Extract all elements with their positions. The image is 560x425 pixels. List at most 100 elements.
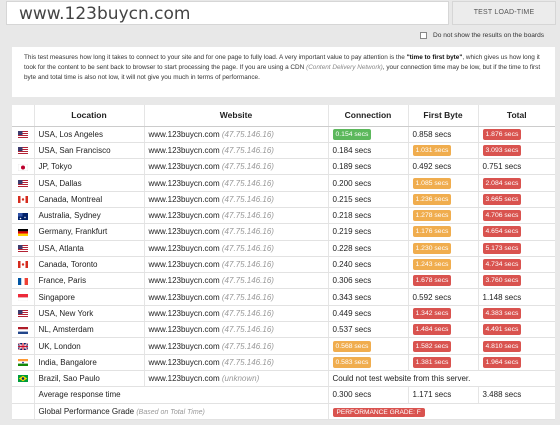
- info-text: This test measures how long it takes to …: [24, 53, 543, 83]
- header-connection: Connection: [328, 105, 409, 127]
- total-badge: 4.706 secs: [482, 210, 522, 222]
- total-badge: 1.964 secs: [482, 356, 522, 368]
- connection-cell: 0.568 secs: [328, 337, 409, 355]
- table-row: Germany, Frankfurt www.123buycn.com (47.…: [12, 223, 555, 241]
- first-byte-cell: 1.176 secs: [408, 223, 479, 241]
- website-cell: www.123buycn.com (47.75.146.16): [144, 223, 329, 241]
- website-cell: www.123buycn.com (47.75.146.16): [144, 240, 329, 257]
- first-byte-badge: 1.031 secs: [412, 144, 452, 156]
- total-cell: 1.148 secs: [478, 288, 555, 306]
- top-bar: www.123buycn.com TEST LOAD-TIME: [0, 0, 560, 26]
- table-row: JP, Tokyo www.123buycn.com (47.75.146.16…: [12, 158, 555, 176]
- connection-value: 0.189 secs: [332, 162, 372, 172]
- flag-uk-icon: [12, 337, 35, 355]
- connection-cell: 0.228 secs: [328, 240, 409, 257]
- flag-in-icon: [12, 354, 35, 371]
- total-badge: 4.734 secs: [482, 259, 522, 271]
- header-flag: [12, 105, 35, 127]
- performance-grade-badge: PERFORMANCE GRADE: F: [332, 407, 425, 417]
- first-byte-badge: 1.176 secs: [412, 226, 452, 238]
- results-table-wrap: Location Website Connection First Byte T…: [12, 105, 555, 420]
- boards-checkbox[interactable]: [420, 31, 427, 39]
- website-name: www.123buycn.com: [148, 178, 220, 188]
- total-value: 1.148 secs: [482, 292, 522, 302]
- flag-us-icon: [12, 305, 35, 323]
- info-text-1: This test measures how long it takes to …: [24, 54, 407, 61]
- website-cell: www.123buycn.com (47.75.146.16): [144, 256, 329, 274]
- connection-value: 0.215 secs: [332, 194, 372, 204]
- flag-de-icon: [12, 223, 35, 241]
- flag-sg-icon: [12, 288, 35, 306]
- location-cell: Canada, Toronto: [34, 256, 145, 274]
- connection-value: 0.537 secs: [332, 325, 372, 335]
- test-load-time-button[interactable]: TEST LOAD-TIME: [452, 1, 556, 25]
- first-byte-cell: 1.381 secs: [408, 354, 479, 371]
- website-cell: www.123buycn.com (47.75.146.16): [144, 174, 329, 192]
- connection-cell: 0.449 secs: [328, 305, 409, 323]
- location-cell: France, Paris: [34, 272, 145, 290]
- website-cell: www.123buycn.com (47.75.146.16): [144, 142, 329, 160]
- connection-value: 0.240 secs: [332, 260, 372, 270]
- table-body: USA, Los Angeles www.123buycn.com (47.75…: [12, 126, 555, 420]
- table-row: India, Bangalore www.123buycn.com (47.75…: [12, 354, 555, 371]
- connection-badge: 0.583 secs: [332, 356, 372, 368]
- connection-badge: 0.154 secs: [332, 128, 372, 140]
- location-cell: JP, Tokyo: [34, 158, 145, 176]
- ip-address: (unknown): [221, 374, 260, 384]
- website-cell: www.123buycn.com (47.75.146.16): [144, 272, 329, 290]
- ip-address: (47.75.146.16): [221, 325, 274, 335]
- ip-address: (47.75.146.16): [221, 162, 274, 172]
- connection-cell: 0.219 secs: [328, 223, 409, 241]
- ip-address: (47.75.146.16): [221, 276, 274, 286]
- average-first-byte: 1.171 secs: [408, 386, 479, 404]
- results-table: Location Website Connection First Byte T…: [12, 105, 555, 420]
- connection-value: 0.218 secs: [332, 211, 372, 221]
- ip-address: (47.75.146.16): [221, 341, 274, 351]
- table-row: France, Paris www.123buycn.com (47.75.14…: [12, 272, 555, 290]
- total-cell: 2.084 secs: [478, 174, 555, 192]
- header-total: Total: [478, 105, 555, 127]
- total-value: 0.751 secs: [482, 162, 522, 172]
- first-byte-badge: 1.230 secs: [412, 242, 452, 254]
- table-row: USA, Atlanta www.123buycn.com (47.75.146…: [12, 240, 555, 257]
- first-byte-value: 0.592 secs: [412, 292, 452, 302]
- website-cell: www.123buycn.com (47.75.146.16): [144, 207, 329, 225]
- flag-us-icon: [12, 174, 35, 192]
- website-name: www.123buycn.com: [148, 292, 220, 302]
- flag-fr-icon: [12, 272, 35, 290]
- connection-value: 0.200 secs: [332, 178, 372, 188]
- table-row: USA, San Francisco www.123buycn.com (47.…: [12, 142, 555, 160]
- first-byte-cell: 1.031 secs: [408, 142, 479, 160]
- first-byte-badge: 1.678 secs: [412, 275, 452, 287]
- ip-address: (47.75.146.16): [221, 145, 274, 155]
- website-name: www.123buycn.com: [148, 325, 220, 335]
- connection-cell: 0.306 secs: [328, 272, 409, 290]
- ip-address: (47.75.146.16): [221, 194, 274, 204]
- website-name: www.123buycn.com: [148, 145, 220, 155]
- connection-cell: 0.154 secs: [328, 126, 409, 143]
- location-cell: NL, Amsterdam: [34, 321, 145, 339]
- flag-us-icon: [12, 240, 35, 257]
- total-cell: 1.876 secs: [478, 126, 555, 143]
- total-badge: 5.173 secs: [482, 242, 522, 254]
- website-cell: www.123buycn.com (47.75.146.16): [144, 337, 329, 355]
- average-total: 3.488 secs: [478, 386, 555, 404]
- table-row: Australia, Sydney www.123buycn.com (47.7…: [12, 207, 555, 225]
- connection-cell: 0.218 secs: [328, 207, 409, 225]
- first-byte-cell: 1.243 secs: [408, 256, 479, 274]
- location-cell: India, Bangalore: [34, 354, 145, 371]
- website-cell: www.123buycn.com (47.75.146.16): [144, 126, 329, 143]
- total-badge: 3.760 secs: [482, 275, 522, 287]
- table-row: USA, New York www.123buycn.com (47.75.14…: [12, 305, 555, 323]
- info-bold: "time to first byte": [406, 54, 463, 61]
- website-name: www.123buycn.com: [148, 260, 220, 270]
- connection-cell: 0.200 secs: [328, 174, 409, 192]
- connection-cell: 0.184 secs: [328, 142, 409, 160]
- total-badge: 4.654 secs: [482, 226, 522, 238]
- url-input[interactable]: www.123buycn.com: [6, 1, 449, 25]
- ip-address: (47.75.146.16): [221, 357, 274, 367]
- ip-address: (47.75.146.16): [221, 292, 274, 302]
- table-row: USA, Los Angeles www.123buycn.com (47.75…: [12, 126, 555, 143]
- total-badge: 4.810 secs: [482, 340, 522, 352]
- grade-badge-cell: PERFORMANCE GRADE: F: [328, 403, 555, 420]
